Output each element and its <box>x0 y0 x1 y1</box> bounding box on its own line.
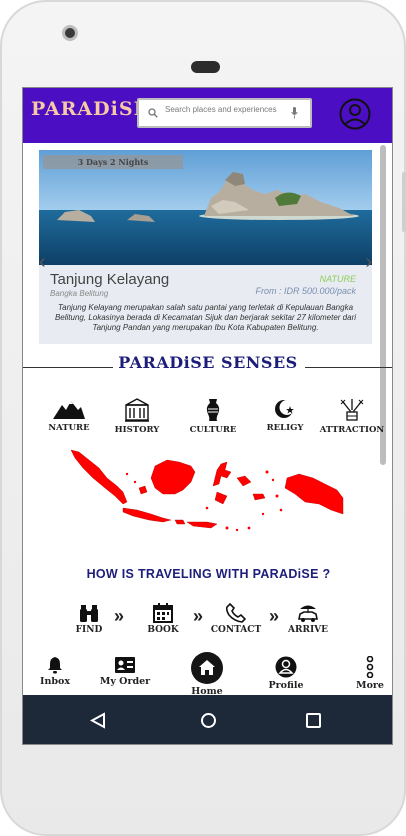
more-vertical-icon <box>366 656 374 678</box>
nav-inbox[interactable]: Inbox <box>35 656 75 687</box>
category-label: ATTRACTION <box>319 425 385 435</box>
home-icon <box>199 660 215 675</box>
microphone-icon[interactable] <box>291 107 298 119</box>
destination-type: NATURE <box>319 274 356 284</box>
chevron-right-icon: » <box>114 606 125 626</box>
section-title-senses: PARADiSE SENSES <box>118 353 298 372</box>
step-label: CONTACT <box>210 625 262 635</box>
home-button-circle <box>191 652 223 684</box>
search-input[interactable]: Search places and experiences <box>137 98 312 128</box>
phone-frame: PARADiSE Search places and experiences 3… <box>0 0 406 836</box>
id-card-icon <box>115 657 135 673</box>
destination-description: Tanjung Kelayang merupakan salah satu pa… <box>54 303 357 332</box>
category-religy[interactable]: RELIGY <box>249 398 321 433</box>
nav-label: Profile <box>268 680 304 691</box>
recents-icon[interactable] <box>306 713 321 728</box>
system-navigation-bar <box>23 695 392 744</box>
front-camera <box>62 25 78 41</box>
bottom-navigation: Inbox My Order Home Profile More <box>23 648 392 697</box>
earpiece-speaker <box>191 61 220 73</box>
nav-label: My Order <box>99 676 151 687</box>
app-header: PARADiSE Search places and experiences <box>23 88 392 143</box>
category-label: HISTORY <box>114 425 160 435</box>
carousel-prev-button[interactable]: ‹ <box>39 251 46 274</box>
calendar-icon <box>153 603 173 623</box>
nav-label: Inbox <box>40 676 70 687</box>
category-history[interactable]: HISTORY <box>101 398 173 435</box>
mountain-icon <box>53 401 85 419</box>
step-contact[interactable]: CONTACT <box>206 603 266 635</box>
back-icon[interactable] <box>90 712 106 729</box>
category-label: NATURE <box>48 423 90 433</box>
brand-logo: PARADiSE <box>31 98 150 120</box>
bell-icon <box>48 657 62 674</box>
step-label: BOOK <box>147 625 179 635</box>
profile-icon <box>275 656 297 678</box>
category-culture[interactable]: CULTURE <box>177 398 249 435</box>
chevron-right-icon: » <box>193 606 204 626</box>
nav-profile[interactable]: Profile <box>263 656 309 691</box>
destination-region: Bangka Belitung <box>50 289 109 298</box>
vase-icon <box>206 399 220 421</box>
step-find[interactable]: FIND <box>59 603 119 635</box>
divider-right <box>305 367 392 368</box>
category-attraction[interactable]: ATTRACTION <box>316 398 388 435</box>
category-label: CULTURE <box>189 425 237 435</box>
nav-label: More <box>356 680 384 691</box>
car-icon <box>298 605 318 622</box>
duration-tag: 3 Days 2 Nights <box>43 155 183 169</box>
step-label: ARRIVE <box>288 625 328 635</box>
featured-destination-card[interactable]: 3 Days 2 Nights ‹ › Tanjung Kelayang Ban… <box>39 150 372 344</box>
step-arrive[interactable]: ARRIVE <box>278 603 338 635</box>
category-label: RELIGY <box>266 423 304 433</box>
phone-icon <box>226 603 246 623</box>
search-placeholder: Search places and experiences <box>165 105 277 114</box>
step-label: FIND <box>75 625 103 635</box>
building-icon <box>125 398 149 422</box>
carousel-next-button[interactable]: › <box>365 251 372 274</box>
account-icon[interactable] <box>339 98 371 130</box>
destination-name: Tanjung Kelayang <box>50 271 170 288</box>
search-icon <box>148 108 158 118</box>
step-book[interactable]: BOOK <box>133 603 193 635</box>
divider-left <box>23 367 113 368</box>
home-circle-icon[interactable] <box>200 712 217 729</box>
nav-my-order[interactable]: My Order <box>99 656 151 687</box>
destination-price: From : IDR 500.000/pack <box>255 286 356 296</box>
indonesia-map[interactable] <box>67 448 347 558</box>
volume-button <box>402 172 406 232</box>
nav-home[interactable]: Home <box>185 652 229 697</box>
nav-more[interactable]: More <box>351 656 389 691</box>
app-screen: PARADiSE Search places and experiences 3… <box>22 87 393 745</box>
crescent-star-icon <box>275 400 295 418</box>
binoculars-icon <box>80 605 98 622</box>
category-nature[interactable]: NATURE <box>33 398 105 433</box>
how-it-works-title: HOW IS TRAVELING WITH PARADiSE ? <box>86 567 331 581</box>
fireworks-icon <box>340 399 364 421</box>
